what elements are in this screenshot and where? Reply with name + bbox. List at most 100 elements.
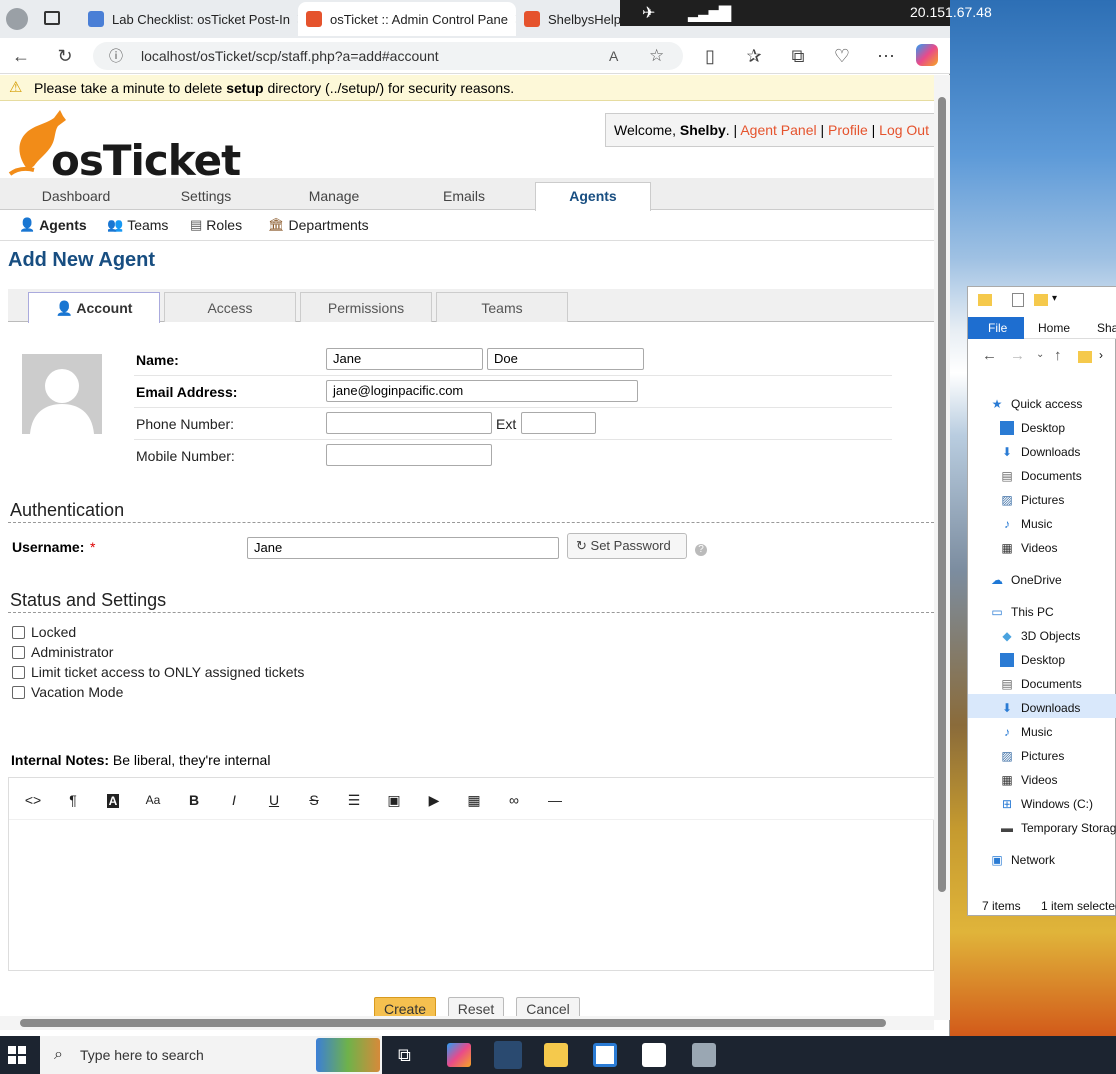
last-name-field[interactable]: Doe (487, 348, 644, 370)
nav-pc-3d-objects[interactable]: ◆ 3D Objects (1000, 629, 1080, 643)
tab-osticket-admin[interactable]: osTicket :: Admin Control Pane ✕ (298, 2, 516, 36)
chevron-down-icon[interactable]: ▾ (1052, 293, 1057, 304)
tab-account[interactable]: 👤 Account (28, 292, 160, 323)
html-code-icon[interactable]: <> (22, 790, 44, 810)
nav-pc-temp-storage[interactable]: ▬ Temporary Storage (1000, 821, 1116, 835)
file-explorer-taskbar-icon[interactable] (544, 1043, 568, 1067)
profile-avatar-icon[interactable] (6, 8, 28, 30)
subnav-roles[interactable]: ▤ Roles (190, 217, 242, 233)
chevron-down-icon[interactable]: ⌄ (1036, 349, 1044, 360)
first-name-field[interactable]: Jane (326, 348, 483, 370)
nav-tab-agents[interactable]: Agents (535, 182, 651, 211)
agent-panel-link[interactable]: Agent Panel (740, 122, 816, 138)
subnav-agents[interactable]: 👤 Agents (19, 217, 87, 233)
copilot-icon[interactable] (916, 44, 938, 66)
italic-icon[interactable]: I (223, 790, 245, 810)
back-icon[interactable]: ← (982, 347, 997, 364)
favorite-star-icon[interactable]: ☆ (649, 42, 664, 70)
tab-shelbys-help[interactable]: ShelbysHelpD (516, 2, 626, 36)
nav-pc-pictures[interactable]: ▨ Pictures (1000, 749, 1064, 763)
strikethrough-icon[interactable]: S (303, 790, 325, 810)
search-highlight-icon[interactable] (316, 1038, 380, 1072)
phone-ext-field[interactable] (521, 412, 596, 434)
vertical-scrollbar[interactable] (934, 75, 950, 1020)
address-bar[interactable]: ⓘ localhost/osTicket/scp/staff.php?a=add… (93, 42, 683, 70)
text-color-icon[interactable]: A (102, 790, 124, 810)
mobile-field[interactable] (326, 444, 492, 466)
nav-this-pc[interactable]: ▭ This PC (990, 605, 1053, 619)
copilot-taskbar-icon[interactable] (447, 1043, 471, 1067)
underline-icon[interactable]: U (263, 790, 285, 810)
scroll-thumb[interactable] (20, 1019, 886, 1027)
locked-checkbox[interactable] (12, 626, 25, 639)
osticket-logo[interactable]: osTicket (8, 108, 241, 185)
tab-actions-icon[interactable] (44, 11, 60, 25)
nav-network[interactable]: ▣ Network (990, 853, 1055, 867)
table-icon[interactable]: ▦ (463, 790, 485, 810)
nav-qa-downloads[interactable]: ⬇ Downloads (1000, 445, 1080, 459)
vacation-mode-checkbox[interactable] (12, 686, 25, 699)
logout-link[interactable]: Log Out (879, 122, 929, 138)
close-icon[interactable]: ✕ (508, 11, 516, 28)
up-icon[interactable]: ↑ (1054, 347, 1062, 364)
collections-icon[interactable]: ⧉ (786, 44, 810, 68)
nav-pc-music[interactable]: ♪ Music (1000, 725, 1052, 739)
paragraph-icon[interactable]: ¶ (62, 790, 84, 810)
info-icon[interactable]: ⓘ (109, 42, 123, 70)
internal-notes-editor[interactable]: <> ¶ A Aa B I U S ☰ ▣ ▶ ▦ ∞ — (8, 777, 934, 971)
nav-qa-music[interactable]: ♪ Music (1000, 517, 1052, 531)
tab-access[interactable]: Access (164, 292, 296, 322)
limit-access-checkbox[interactable] (12, 666, 25, 679)
set-password-button[interactable]: ↻ Set Password (567, 533, 687, 559)
new-folder-icon[interactable] (1034, 294, 1048, 306)
nav-tab-dashboard[interactable]: Dashboard (8, 178, 144, 210)
nav-pc-desktop[interactable]: Desktop (1000, 653, 1065, 667)
back-icon[interactable]: ← (9, 44, 33, 68)
nav-qa-pictures[interactable]: ▨ Pictures (1000, 493, 1064, 507)
refresh-icon[interactable]: ↻ (53, 44, 77, 68)
nav-pc-documents[interactable]: ▤ Documents (1000, 677, 1081, 691)
ribbon-file-tab[interactable]: File (968, 317, 1024, 339)
mail-icon[interactable] (642, 1043, 666, 1067)
link-icon[interactable]: ∞ (503, 790, 525, 810)
scroll-thumb[interactable] (938, 97, 946, 892)
horizontal-scrollbar[interactable] (0, 1016, 934, 1030)
tab-permissions[interactable]: Permissions (300, 292, 432, 322)
nav-pc-windows-c[interactable]: ⊞ Windows (C:) (1000, 797, 1093, 811)
edge-icon[interactable] (494, 1041, 522, 1069)
subnav-teams[interactable]: 👥 Teams (107, 217, 168, 233)
phone-field[interactable] (326, 412, 492, 434)
nav-quick-access[interactable]: ★ Quick access (990, 397, 1083, 411)
username-field[interactable]: Jane (247, 537, 559, 559)
font-size-icon[interactable]: Aa (142, 790, 164, 810)
browser-essentials-icon[interactable]: ♡ (830, 44, 854, 68)
administrator-checkbox[interactable] (12, 646, 25, 659)
image-icon[interactable]: ▣ (383, 790, 405, 810)
pin-icon[interactable]: ✈ (642, 3, 655, 23)
properties-icon[interactable] (1012, 293, 1024, 307)
nav-pc-videos[interactable]: ▦ Videos (1000, 773, 1057, 787)
tab-lab-checklist[interactable]: Lab Checklist: osTicket Post-In ✕ (80, 2, 298, 36)
task-view-icon[interactable]: ⧉ (398, 1045, 411, 1066)
nav-tab-settings[interactable]: Settings (138, 178, 274, 210)
email-field[interactable]: jane@loginpacific.com (326, 380, 638, 402)
tab-teams[interactable]: Teams (436, 292, 568, 322)
profile-link[interactable]: Profile (828, 122, 868, 138)
taskbar-search[interactable]: ⌕ Type here to search (40, 1036, 382, 1074)
store-icon[interactable] (593, 1043, 617, 1067)
favorites-icon[interactable]: ✰ (742, 44, 766, 68)
nav-qa-videos[interactable]: ▦ Videos (1000, 541, 1057, 555)
video-icon[interactable]: ▶ (423, 790, 445, 810)
nav-qa-documents[interactable]: ▤ Documents (1000, 469, 1081, 483)
read-aloud-icon[interactable]: A (609, 42, 618, 70)
nav-tab-emails[interactable]: Emails (396, 178, 532, 210)
help-icon[interactable]: ? (695, 544, 707, 556)
windows-start-icon[interactable] (8, 1046, 26, 1064)
horizontal-rule-icon[interactable]: — (544, 790, 566, 810)
bold-icon[interactable]: B (183, 790, 205, 810)
nav-qa-desktop[interactable]: Desktop (1000, 421, 1065, 435)
nav-tab-manage[interactable]: Manage (266, 178, 402, 210)
list-icon[interactable]: ☰ (343, 790, 365, 810)
split-screen-icon[interactable]: ▯ (698, 44, 722, 68)
nav-onedrive[interactable]: ☁ OneDrive (990, 573, 1062, 587)
